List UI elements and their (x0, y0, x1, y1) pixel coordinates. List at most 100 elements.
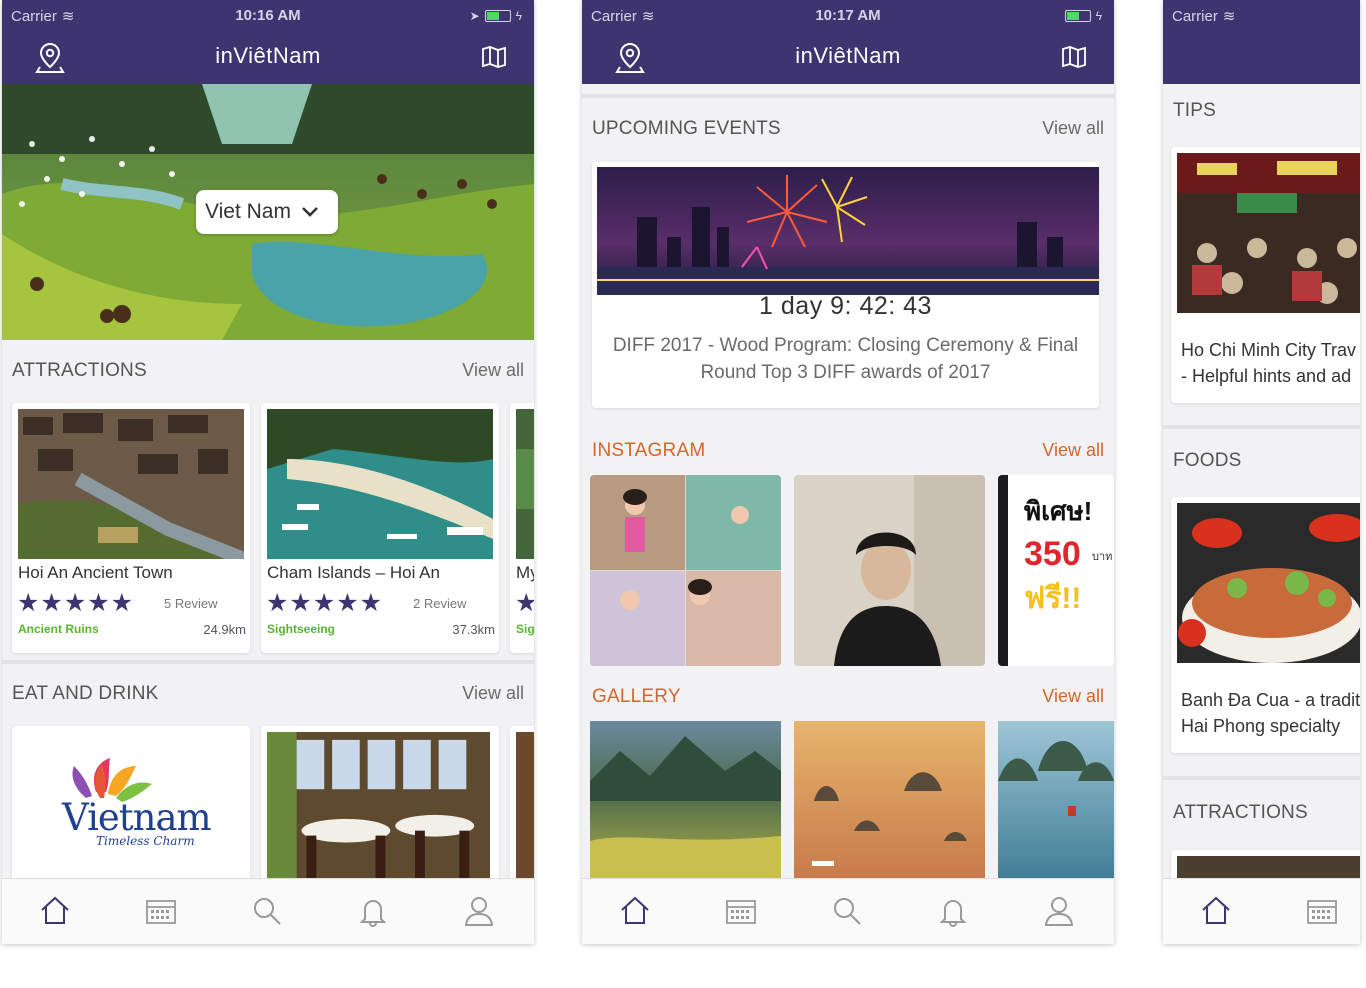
view-all-link[interactable]: View all (1042, 118, 1104, 139)
attraction-title: Cham Islands – Hoi An (267, 563, 440, 582)
section-title: INSTAGRAM (592, 440, 706, 461)
eat-drink-card[interactable] (261, 726, 499, 886)
events-header: UPCOMING EVENTS View all (592, 118, 1104, 146)
category-label: Sig (516, 622, 534, 636)
section-title: UPCOMING EVENTS (592, 118, 781, 139)
food-photo (1177, 503, 1360, 663)
search-icon[interactable] (831, 895, 863, 927)
chevron-down-icon (302, 207, 318, 217)
distance-label: 37.3km (452, 622, 495, 637)
bell-icon[interactable] (357, 895, 389, 927)
view-all-link[interactable]: View all (1042, 440, 1104, 461)
gallery-photo[interactable] (998, 721, 1114, 881)
wifi-icon: ≋ (1222, 8, 1236, 25)
section-divider (1163, 776, 1360, 780)
promo-price: 350 (1024, 535, 1081, 573)
event-card[interactable]: 1 day 9: 42: 43 DIFF 2017 - Wood Program… (592, 162, 1099, 408)
logo-wordmark: Vietnam (62, 796, 212, 839)
location-select[interactable]: Viet Nam (196, 190, 338, 234)
food-title: Banh Đa Cua - a tradit Hai Phong specialt… (1181, 687, 1360, 739)
tip-title-line2: - Helpful hints and ad (1181, 366, 1352, 386)
distance-label: 24.9km (203, 622, 246, 637)
status-bar: Carrier ≋ 10:16 AM ➤ ϟ (2, 0, 534, 32)
status-bar: Carrier ≋ 10:17 AM ϟ (582, 0, 1114, 32)
carrier-label: Carrier ≋ (1172, 8, 1236, 25)
tab-bar (1163, 878, 1360, 944)
section-title: ATTRACTIONS (1173, 802, 1308, 823)
status-bar: Carrier ≋ (1163, 0, 1360, 84)
battery-icon: ➤ ϟ (469, 9, 522, 23)
home-icon[interactable] (1200, 895, 1232, 927)
calendar-icon[interactable] (1306, 895, 1338, 927)
review-count: 5 Review (164, 596, 218, 611)
attractions-right-header: ATTRACTIONS (1173, 802, 1350, 830)
foods-header: FOODS (1173, 450, 1350, 478)
bell-icon[interactable] (937, 895, 969, 927)
attraction-title: Hoi An Ancient Town (18, 563, 173, 582)
calendar-icon[interactable] (145, 895, 177, 927)
attraction-photo (18, 409, 244, 559)
eat-drink-card[interactable]: Vietnam Timeless Charm (12, 726, 250, 886)
logo-tagline: Timeless Charm (96, 834, 195, 848)
attraction-card[interactable]: My ★ Sig (510, 403, 534, 653)
eat-drink-header: EAT AND DRINK View all (12, 683, 524, 711)
user-icon[interactable] (1043, 895, 1075, 927)
category-label: Sightseeing (267, 622, 336, 636)
gallery-header: GALLERY View all (592, 686, 1104, 714)
view-all-link[interactable]: View all (462, 360, 524, 381)
clock: 10:16 AM (235, 7, 301, 24)
rating-stars: ★ (515, 589, 534, 617)
app-title: inViêtNam (795, 43, 901, 68)
tab-bar (582, 878, 1114, 944)
tip-title: Ho Chi Minh City Trav - Helpful hints and… (1181, 337, 1356, 389)
instagram-post-portrait[interactable] (794, 475, 985, 666)
map-icon[interactable] (482, 46, 506, 68)
battery-icon: ϟ (1064, 9, 1102, 23)
food-title-line2: Hai Phong specialty (1181, 716, 1341, 736)
tab-bar (2, 878, 534, 944)
section-divider (1163, 425, 1360, 429)
section-title: TIPS (1173, 100, 1217, 121)
event-countdown: 1 day 9: 42: 43 (759, 292, 932, 320)
attractions-header: ATTRACTIONS View all (12, 360, 524, 388)
tip-card[interactable]: Ho Chi Minh City Trav - Helpful hints and… (1171, 147, 1360, 403)
category-label: Ancient Ruins (18, 622, 99, 636)
attraction-photo (516, 409, 534, 559)
tip-title-line1: Ho Chi Minh City Trav (1181, 340, 1357, 360)
phone-screen-home: Carrier ≋ 10:16 AM ➤ ϟ inViêtNam Viet Na… (2, 0, 534, 944)
restaurant-photo (267, 732, 490, 880)
attraction-card[interactable]: Hoi An Ancient Town ★★★★★ 5 Review Ancie… (12, 403, 250, 653)
nav-bar: inViêtNam (582, 32, 1114, 84)
instagram-post-collage[interactable] (590, 475, 781, 666)
instagram-post-promo[interactable]: พิเศษ! 350 บาท ฟรี!! (998, 475, 1114, 666)
nav-bar: inViêtNam (2, 32, 534, 84)
promo-free: ฟรี!! (1024, 582, 1082, 615)
gallery-photo[interactable] (794, 721, 985, 881)
attraction-photo (267, 409, 493, 559)
view-all-link[interactable]: View all (1042, 686, 1104, 707)
home-icon[interactable] (39, 895, 71, 927)
location-select-label: Viet Nam (205, 200, 291, 223)
food-title-line1: Banh Đa Cua - a tradit (1181, 690, 1360, 710)
clock: 10:17 AM (815, 7, 881, 24)
restaurant-photo (516, 732, 534, 882)
promo-unit: บาท (1092, 551, 1113, 563)
food-card[interactable]: Banh Đa Cua - a tradit Hai Phong specialt… (1171, 497, 1360, 753)
app-title: inViêtNam (215, 43, 321, 68)
section-title: FOODS (1173, 450, 1242, 471)
rating-stars: ★★★★★ (17, 589, 135, 617)
map-icon[interactable] (1062, 46, 1086, 68)
attraction-card[interactable]: Cham Islands – Hoi An ★★★★★ 2 Review Sig… (261, 403, 499, 653)
view-all-link[interactable]: View all (462, 683, 524, 704)
search-icon[interactable] (251, 895, 283, 927)
attraction-title: My (516, 563, 534, 582)
tip-photo (1177, 153, 1360, 313)
promo-headline: พิเศษ! (1024, 496, 1093, 526)
user-icon[interactable] (463, 895, 495, 927)
gallery-photo[interactable] (590, 721, 781, 881)
eat-drink-card[interactable] (510, 726, 534, 886)
section-divider (2, 660, 534, 664)
home-icon[interactable] (619, 895, 651, 927)
calendar-icon[interactable] (725, 895, 757, 927)
instagram-header: INSTAGRAM View all (592, 440, 1104, 468)
